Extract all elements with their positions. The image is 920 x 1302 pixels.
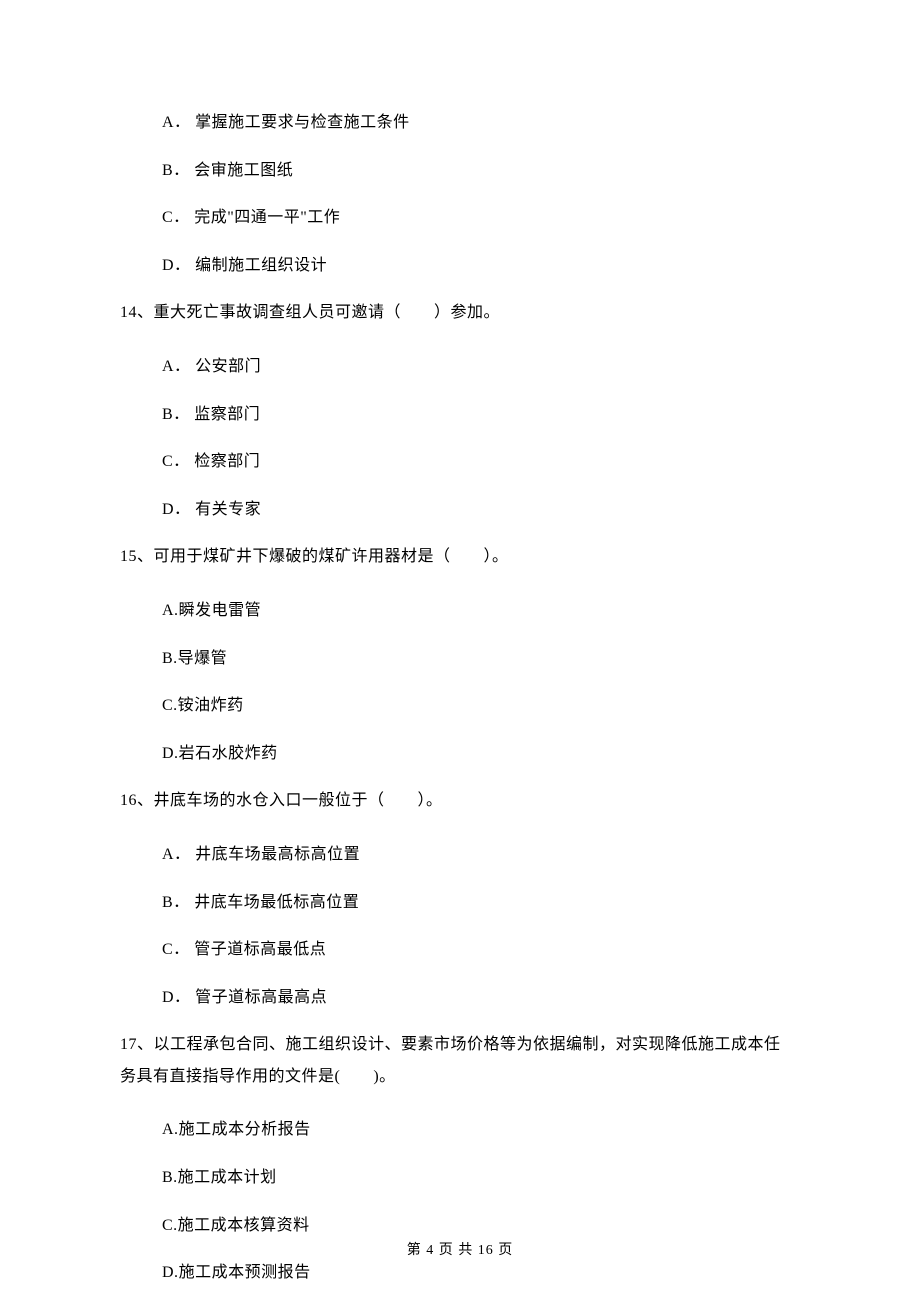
option-text: 施工成本计划 <box>178 1169 277 1186</box>
option-label: D． <box>162 257 191 274</box>
option-text: 铵油炸药 <box>178 697 244 714</box>
option-text: 井底车场最低标高位置 <box>194 894 359 911</box>
option-label: D. <box>162 745 179 762</box>
option-c: C.施工成本核算资料 <box>162 1213 800 1239</box>
option-d: D.岩石水胶炸药 <box>162 741 800 767</box>
option-d: D． 有关专家 <box>162 497 800 523</box>
option-label: B． <box>162 162 190 179</box>
option-text: 管子道标高最低点 <box>194 941 326 958</box>
option-text: 公安部门 <box>195 358 261 375</box>
option-c: C． 完成"四通一平"工作 <box>162 205 800 231</box>
option-b: B． 井底车场最低标高位置 <box>162 890 800 916</box>
option-label: A. <box>162 602 179 619</box>
option-d: D． 编制施工组织设计 <box>162 253 800 279</box>
option-label: A. <box>162 1121 179 1138</box>
option-label: B． <box>162 894 190 911</box>
option-text: 编制施工组织设计 <box>195 257 327 274</box>
option-c: C． 检察部门 <box>162 449 800 475</box>
option-label: C． <box>162 453 190 470</box>
option-text: 检察部门 <box>194 453 260 470</box>
option-b: B． 会审施工图纸 <box>162 158 800 184</box>
option-text: 监察部门 <box>194 406 260 423</box>
option-a: A.施工成本分析报告 <box>162 1117 800 1143</box>
option-label: A． <box>162 114 191 131</box>
option-label: C． <box>162 209 190 226</box>
option-label: C． <box>162 941 190 958</box>
option-b: B． 监察部门 <box>162 402 800 428</box>
option-b: B.施工成本计划 <box>162 1165 800 1191</box>
option-text: 完成"四通一平"工作 <box>194 209 340 226</box>
option-text: 掌握施工要求与检查施工条件 <box>195 114 410 131</box>
option-text: 施工成本核算资料 <box>178 1217 310 1234</box>
option-label: B. <box>162 650 178 667</box>
option-d: D． 管子道标高最高点 <box>162 985 800 1011</box>
option-a: A． 掌握施工要求与检查施工条件 <box>162 110 800 136</box>
option-a: A． 公安部门 <box>162 354 800 380</box>
option-text: 岩石水胶炸药 <box>179 745 278 762</box>
question-17-stem-line1: 17、以工程承包合同、施工组织设计、要素市场价格等为依据编制，对实现降低施工成本… <box>120 1032 800 1058</box>
question-17-stem-line2: 务具有直接指导作用的文件是( )。 <box>120 1064 800 1090</box>
option-text: 会审施工图纸 <box>194 162 293 179</box>
question-16-stem: 16、井底车场的水仓入口一般位于（ ）。 <box>120 788 800 814</box>
option-text: 瞬发电雷管 <box>179 602 262 619</box>
option-label: A． <box>162 846 191 863</box>
option-label: B. <box>162 1169 178 1186</box>
option-c: C． 管子道标高最低点 <box>162 937 800 963</box>
option-a: A． 井底车场最高标高位置 <box>162 842 800 868</box>
option-b: B.导爆管 <box>162 646 800 672</box>
page-footer: 第 4 页 共 16 页 <box>0 1240 920 1262</box>
option-label: C. <box>162 1217 178 1234</box>
option-text: 施工成本分析报告 <box>179 1121 311 1138</box>
option-label: D． <box>162 501 191 518</box>
option-a: A.瞬发电雷管 <box>162 598 800 624</box>
question-14-stem: 14、重大死亡事故调查组人员可邀请（ ）参加。 <box>120 300 800 326</box>
option-text: 有关专家 <box>195 501 261 518</box>
option-text: 施工成本预测报告 <box>179 1264 311 1281</box>
option-label: D. <box>162 1264 179 1281</box>
option-d: D.施工成本预测报告 <box>162 1260 800 1286</box>
option-text: 井底车场最高标高位置 <box>195 846 360 863</box>
option-label: B． <box>162 406 190 423</box>
option-c: C.铵油炸药 <box>162 693 800 719</box>
option-text: 导爆管 <box>178 650 228 667</box>
option-text: 管子道标高最高点 <box>195 989 327 1006</box>
question-15-stem: 15、可用于煤矿井下爆破的煤矿许用器材是（ ）。 <box>120 544 800 570</box>
option-label: C. <box>162 697 178 714</box>
option-label: A． <box>162 358 191 375</box>
option-label: D． <box>162 989 191 1006</box>
